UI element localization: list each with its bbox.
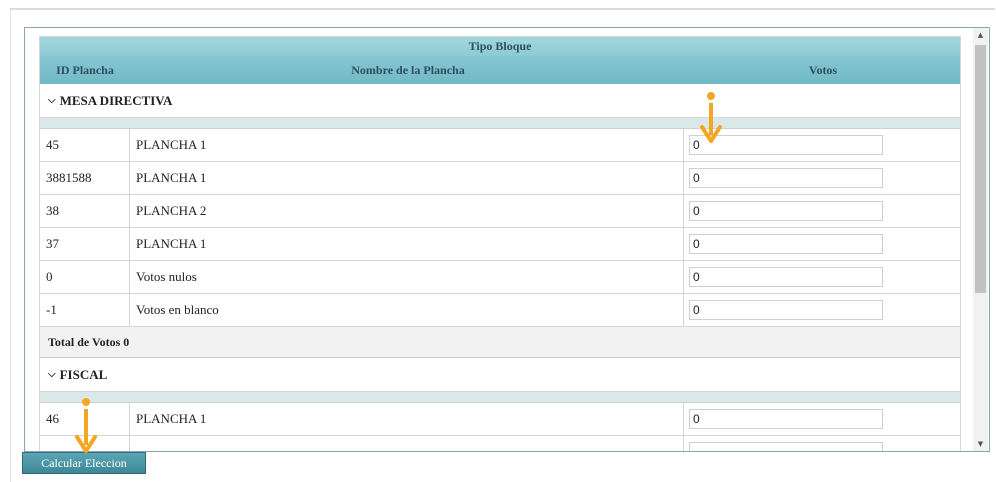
table-row: 38 PLANCHA 2 (40, 195, 960, 228)
vertical-scrollbar[interactable]: ▲ ▼ (973, 28, 988, 451)
votes-input[interactable] (689, 168, 883, 188)
total-votes: Total de Votos 0 (40, 327, 960, 358)
table-row: -1 Votos en blanco (40, 294, 960, 327)
column-id: ID Plancha (56, 63, 114, 77)
scrollbar-thumb[interactable] (975, 45, 986, 293)
votes-input[interactable] (689, 267, 883, 287)
votes-input[interactable] (689, 409, 883, 429)
section-spacer (40, 118, 960, 129)
row-id: 45 (40, 129, 130, 161)
section-title: MESA DIRECTIVA (59, 93, 173, 108)
column-votes: Votos (808, 63, 838, 77)
section-mesa-directiva[interactable]: ⌵ MESA DIRECTIVA (40, 84, 960, 118)
chevron-down-icon[interactable]: ⌵ (48, 84, 56, 117)
table-row: 46 PLANCHA 1 (40, 403, 960, 436)
row-name: PLANCHA 2 (130, 195, 684, 227)
table-row (40, 436, 960, 451)
row-name: PLANCHA 1 (130, 129, 684, 161)
row-name: PLANCHA 1 (130, 403, 684, 435)
votes-input[interactable] (689, 300, 883, 320)
row-id: -1 (40, 294, 130, 326)
table-header: ID Plancha Nombre de la Plancha Votos (40, 56, 960, 84)
table-row: 0 Votos nulos (40, 261, 960, 294)
row-name: PLANCHA 1 (130, 228, 684, 260)
scroll-up-icon[interactable]: ▲ (973, 28, 988, 42)
scroll-panel: Tipo Bloque ID Plancha Nombre de la Plan… (24, 27, 990, 452)
votes-input[interactable] (689, 442, 883, 451)
arrow-down-icon (700, 91, 722, 149)
section-title: FISCAL (59, 367, 108, 382)
scroll-down-icon[interactable]: ▼ (973, 437, 988, 451)
arrow-down-icon (75, 397, 97, 459)
row-name: PLANCHA 1 (130, 162, 684, 194)
row-name: Votos nulos (130, 261, 684, 293)
section-fiscal[interactable]: ⌵ FISCAL (40, 358, 960, 392)
table-row: 37 PLANCHA 1 (40, 228, 960, 261)
table-row: 45 PLANCHA 1 (40, 129, 960, 162)
row-id: 38 (40, 195, 130, 227)
row-name (130, 436, 684, 451)
row-id: 3881588 (40, 162, 130, 194)
votes-table: Tipo Bloque ID Plancha Nombre de la Plan… (39, 36, 961, 451)
chevron-down-icon[interactable]: ⌵ (48, 358, 56, 391)
row-id: 0 (40, 261, 130, 293)
row-id: 37 (40, 228, 130, 260)
table-row: 3881588 PLANCHA 1 (40, 162, 960, 195)
row-name: Votos en blanco (130, 294, 684, 326)
votes-input[interactable] (689, 201, 883, 221)
column-name: Nombre de la Plancha (351, 63, 465, 77)
votes-input[interactable] (689, 234, 883, 254)
table-title: Tipo Bloque (40, 37, 960, 56)
section-spacer (40, 392, 960, 403)
